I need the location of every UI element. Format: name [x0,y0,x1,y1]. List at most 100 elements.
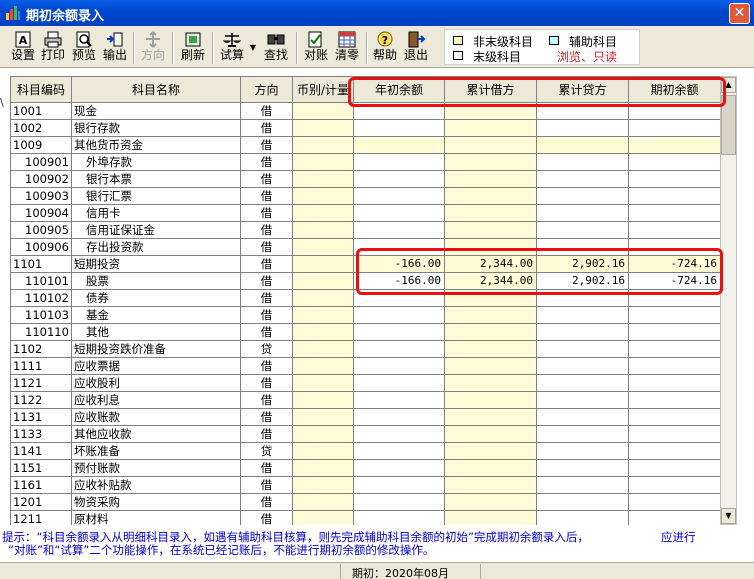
cell-period-opening[interactable] [629,171,720,188]
cell-opening-year[interactable] [354,205,445,222]
cell-debit-total[interactable] [445,171,537,188]
cell-period-opening[interactable] [629,477,720,494]
cell-currency[interactable] [293,154,354,171]
cell-opening-year[interactable] [354,154,445,171]
cell-period-opening[interactable] [629,375,720,392]
cell-currency[interactable] [293,324,354,341]
cell-period-opening[interactable] [629,120,720,137]
close-button[interactable]: ✕ [729,3,750,24]
cell-credit-total[interactable] [537,324,629,341]
cell-period-opening[interactable] [629,392,720,409]
cell-credit-total[interactable] [537,205,629,222]
cell-debit-total[interactable] [445,392,537,409]
cell-opening-year[interactable] [354,137,445,154]
table-row[interactable]: 1141 坏账准备贷 [11,443,720,460]
export-button[interactable]: 输出 [101,30,129,66]
find-button[interactable]: 查找 [262,30,290,66]
cell-debit-total[interactable] [445,511,537,525]
cell-opening-year[interactable] [354,341,445,358]
cell-credit-total[interactable] [537,392,629,409]
cell-period-opening[interactable] [629,494,720,511]
cell-currency[interactable] [293,511,354,525]
cell-currency[interactable] [293,256,354,273]
direction-button[interactable]: 方向 [139,30,167,66]
cell-credit-total[interactable] [537,511,629,525]
cell-opening-year[interactable] [354,222,445,239]
clear-button[interactable]: 清零 [333,30,361,66]
cell-currency[interactable] [293,341,354,358]
cell-currency[interactable] [293,477,354,494]
cell-opening-year[interactable] [354,443,445,460]
cell-opening-year[interactable] [354,460,445,477]
cell-credit-total[interactable] [537,477,629,494]
cell-opening-year[interactable] [354,120,445,137]
cell-credit-total[interactable] [537,120,629,137]
print-button[interactable]: 打印 [39,30,67,66]
cell-debit-total[interactable] [445,477,537,494]
table-row[interactable]: 1161 应收补贴款借 [11,477,720,494]
cell-credit-total[interactable] [537,188,629,205]
cell-currency[interactable] [293,409,354,426]
cell-currency[interactable] [293,290,354,307]
cell-currency[interactable] [293,392,354,409]
cell-period-opening[interactable] [629,341,720,358]
cell-debit-total[interactable] [445,120,537,137]
trial-balance-button[interactable]: 试算 [218,30,246,66]
cell-period-opening[interactable] [629,409,720,426]
table-row[interactable]: 1002 银行存款借 [11,120,720,137]
table-row[interactable]: 1009 其他货币资金借 [11,137,720,154]
cell-opening-year[interactable] [354,324,445,341]
cell-currency[interactable] [293,188,354,205]
table-row[interactable]: 1201 物资采购借 [11,494,720,511]
exit-button[interactable]: 退出 [402,30,430,66]
cell-debit-total[interactable] [445,188,537,205]
cell-credit-total[interactable] [537,426,629,443]
cell-debit-total[interactable] [445,307,537,324]
table-row[interactable]: 1131 应收账款借 [11,409,720,426]
cell-debit-total[interactable] [445,137,537,154]
trial-balance-dropdown[interactable]: ▼ [248,30,258,66]
cell-debit-total[interactable] [445,358,537,375]
cell-currency[interactable] [293,443,354,460]
cell-opening-year[interactable] [354,511,445,525]
cell-currency[interactable] [293,171,354,188]
table-row[interactable]: 1211 原材料借 [11,511,720,525]
table-row[interactable]: 1111 应收票据借 [11,358,720,375]
cell-period-opening[interactable] [629,426,720,443]
header-direction[interactable]: 方向 [241,77,293,103]
reconcile-button[interactable]: 对账 [302,30,330,66]
table-row[interactable]: 100903 银行汇票借 [11,188,720,205]
table-row[interactable]: 110103 基金借 [11,307,720,324]
cell-debit-total[interactable] [445,154,537,171]
cell-debit-total[interactable] [445,460,537,477]
cell-period-opening[interactable] [629,154,720,171]
table-row[interactable]: 1122 应收利息借 [11,392,720,409]
cell-debit-total[interactable] [445,324,537,341]
cell-currency[interactable] [293,120,354,137]
cell-opening-year[interactable] [354,307,445,324]
cell-opening-year[interactable] [354,358,445,375]
table-row[interactable]: 100902 银行本票借 [11,171,720,188]
cell-currency[interactable] [293,460,354,477]
cell-credit-total[interactable] [537,358,629,375]
table-row[interactable]: 1102 短期投资跌价准备贷 [11,341,720,358]
cell-credit-total[interactable] [537,494,629,511]
cell-period-opening[interactable] [629,188,720,205]
table-row[interactable]: 1151 预付账款借 [11,460,720,477]
cell-currency[interactable] [293,273,354,290]
table-row[interactable]: 100905 信用证保证金借 [11,222,720,239]
cell-opening-year[interactable] [354,171,445,188]
cell-credit-total[interactable] [537,443,629,460]
cell-currency[interactable] [293,239,354,256]
vertical-scrollbar[interactable]: ▲ ▼ [720,76,737,525]
cell-credit-total[interactable] [537,375,629,392]
cell-credit-total[interactable] [537,137,629,154]
header-name[interactable]: 科目名称 [72,77,241,103]
cell-credit-total[interactable] [537,222,629,239]
cell-period-opening[interactable] [629,443,720,460]
cell-period-opening[interactable] [629,358,720,375]
cell-opening-year[interactable] [354,426,445,443]
cell-currency[interactable] [293,375,354,392]
cell-period-opening[interactable] [629,307,720,324]
cell-opening-year[interactable] [354,375,445,392]
